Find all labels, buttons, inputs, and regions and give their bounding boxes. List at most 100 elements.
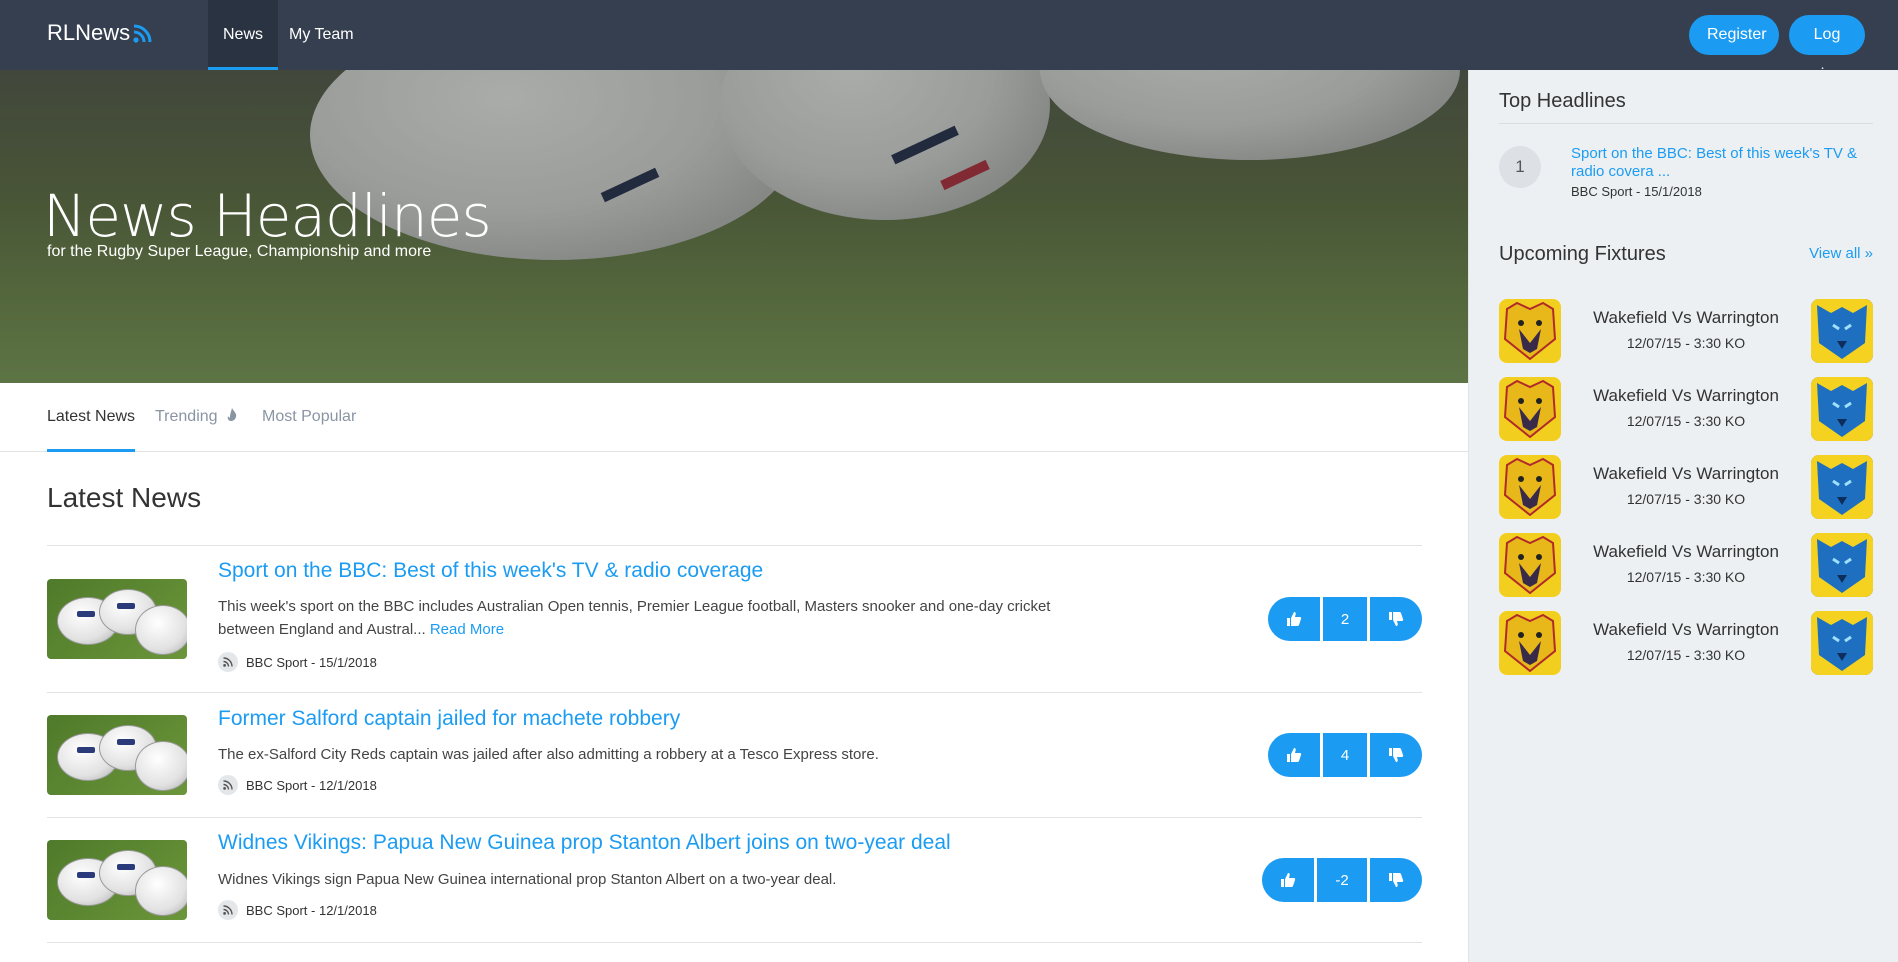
news-description: The ex-Salford City Reds captain was jai…: [218, 746, 879, 763]
upvote-button[interactable]: [1268, 597, 1320, 641]
vote-group: 2: [1268, 597, 1422, 641]
ball-shape: [135, 605, 187, 655]
fixture-time: 12/07/15 - 3:30 KO: [1626, 335, 1746, 351]
top-headlines-title: Top Headlines: [1499, 90, 1626, 112]
tiger-badge-icon: [1499, 611, 1561, 675]
fixture-time: 12/07/15 - 3:30 KO: [1626, 569, 1746, 585]
news-thumbnail[interactable]: [47, 840, 187, 920]
thumbs-up-icon: [1287, 748, 1302, 762]
tab-latest-news[interactable]: Latest News: [47, 383, 136, 452]
news-meta: BBC Sport - 15/1/2018: [218, 652, 377, 672]
sidebar: Top Headlines 1 Sport on the BBC: Best o…: [1468, 70, 1898, 962]
ball-stripe: [77, 872, 95, 878]
wolf-badge-icon: [1811, 533, 1873, 597]
section-title: Latest News: [47, 482, 202, 513]
ball-stripe: [77, 747, 95, 753]
news-description: This week's sport on the BBC includes Au…: [218, 595, 1088, 641]
news-source-date: BBC Sport - 12/1/2018: [246, 777, 377, 793]
news-title-link[interactable]: Former Salford captain jailed for machet…: [218, 707, 680, 731]
brand-logo[interactable]: RLNews: [47, 20, 153, 46]
news-tabs: Latest News Trending Most Popular: [0, 383, 1468, 452]
thumbs-down-icon: [1389, 873, 1404, 887]
tab-trending-label: Trending: [155, 408, 218, 425]
fixture-time: 12/07/15 - 3:30 KO: [1626, 491, 1746, 507]
vote-count: -2: [1317, 858, 1367, 902]
wolf-badge-icon: [1811, 299, 1873, 363]
ball-shape: [135, 866, 187, 916]
news-title-link[interactable]: Widnes Vikings: Papua New Guinea prop St…: [218, 831, 951, 855]
downvote-button[interactable]: [1370, 733, 1422, 777]
fixture-teams: Wakefield Vs Warrington: [1593, 464, 1779, 483]
fixture-row[interactable]: Wakefield Vs Warrington 12/07/15 - 3:30 …: [1499, 299, 1873, 363]
headline-rank: 1: [1499, 146, 1541, 188]
divider: [47, 942, 1422, 943]
ball-stripe: [117, 739, 135, 745]
fixture-time: 12/07/15 - 3:30 KO: [1626, 647, 1746, 663]
fixture-teams: Wakefield Vs Warrington: [1593, 308, 1779, 327]
wolf-badge-icon: [1811, 611, 1873, 675]
fixture-row[interactable]: Wakefield Vs Warrington 12/07/15 - 3:30 …: [1499, 377, 1873, 441]
ball-shape: [135, 741, 187, 791]
fixture-teams: Wakefield Vs Warrington: [1593, 542, 1779, 561]
upcoming-fixtures-title: Upcoming Fixtures: [1499, 243, 1666, 265]
vote-group: 4: [1268, 733, 1422, 777]
vote-group: -2: [1262, 858, 1422, 902]
top-headline-link[interactable]: Sport on the BBC: Best of this week's TV…: [1571, 145, 1861, 181]
nav-tab-news[interactable]: News: [208, 0, 279, 70]
ball-stripe: [77, 611, 95, 617]
top-headline-meta: BBC Sport - 15/1/2018: [1571, 184, 1702, 199]
vote-count: 4: [1323, 733, 1367, 777]
fixture-row[interactable]: Wakefield Vs Warrington 12/07/15 - 3:30 …: [1499, 611, 1873, 675]
view-all-link[interactable]: View all »: [1809, 245, 1873, 262]
upvote-button[interactable]: [1262, 858, 1314, 902]
news-item: Widnes Vikings: Papua New Guinea prop St…: [47, 818, 1422, 942]
fixture-teams: Wakefield Vs Warrington: [1593, 386, 1779, 405]
news-thumbnail[interactable]: [47, 579, 187, 659]
thumbs-up-icon: [1281, 873, 1296, 887]
news-source-date: BBC Sport - 12/1/2018: [246, 902, 377, 918]
tiger-badge-icon: [1499, 299, 1561, 363]
fire-icon: [227, 408, 237, 421]
top-navbar: RLNews News My Team Register Log in: [0, 0, 1898, 83]
fixture-teams: Wakefield Vs Warrington: [1593, 620, 1779, 639]
news-title-link[interactable]: Sport on the BBC: Best of this week's TV…: [218, 559, 763, 583]
news-thumbnail[interactable]: [47, 715, 187, 795]
hero-subtitle: for the Rugby Super League, Championship…: [47, 243, 432, 260]
rss-icon: [133, 24, 152, 43]
wolf-badge-icon: [1811, 377, 1873, 441]
downvote-button[interactable]: [1370, 858, 1422, 902]
news-meta: BBC Sport - 12/1/2018: [218, 775, 377, 795]
hero-banner: News Headlines for the Rugby Super Leagu…: [0, 70, 1468, 383]
news-source-date: BBC Sport - 15/1/2018: [246, 654, 377, 670]
sidebar-divider: [1499, 123, 1873, 124]
wolf-badge-icon: [1811, 455, 1873, 519]
tab-trending[interactable]: Trending: [155, 383, 238, 452]
news-description: Widnes Vikings sign Papua New Guinea int…: [218, 871, 837, 888]
tiger-badge-icon: [1499, 533, 1561, 597]
brand-name: RLNews: [47, 20, 131, 45]
rss-icon: [218, 775, 238, 795]
fixture-row[interactable]: Wakefield Vs Warrington 12/07/15 - 3:30 …: [1499, 533, 1873, 597]
ball-stripe: [117, 864, 135, 870]
login-button[interactable]: Log in: [1789, 15, 1865, 83]
thumbs-up-icon: [1287, 612, 1302, 626]
read-more-link[interactable]: Read More: [430, 621, 504, 638]
rss-icon: [218, 652, 238, 672]
nav-tab-my-team[interactable]: My Team: [274, 0, 369, 70]
upvote-button[interactable]: [1268, 733, 1320, 777]
news-meta: BBC Sport - 12/1/2018: [218, 900, 377, 920]
vote-count: 2: [1323, 597, 1367, 641]
news-item: Sport on the BBC: Best of this week's TV…: [47, 546, 1422, 692]
fixture-row[interactable]: Wakefield Vs Warrington 12/07/15 - 3:30 …: [1499, 455, 1873, 519]
news-description-text: This week's sport on the BBC includes Au…: [218, 598, 1051, 638]
tiger-badge-icon: [1499, 455, 1561, 519]
hero-title: News Headlines: [43, 182, 492, 250]
thumbs-down-icon: [1389, 748, 1404, 762]
thumbs-down-icon: [1389, 612, 1404, 626]
tab-most-popular[interactable]: Most Popular: [262, 383, 356, 452]
rss-icon: [218, 900, 238, 920]
register-button[interactable]: Register: [1689, 15, 1779, 55]
news-item: Former Salford captain jailed for machet…: [47, 693, 1422, 817]
downvote-button[interactable]: [1370, 597, 1422, 641]
tiger-badge-icon: [1499, 377, 1561, 441]
